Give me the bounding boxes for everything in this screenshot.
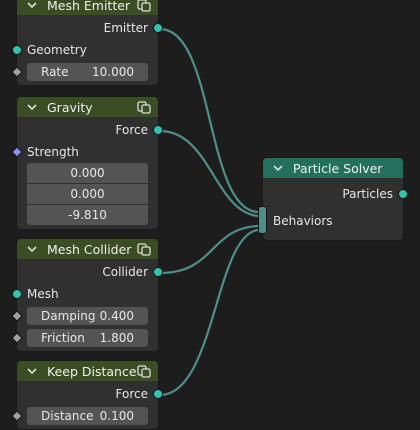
chevron-down-icon[interactable] (25, 364, 39, 378)
link-emitter-behaviors (159, 27, 259, 214)
strength-z-field[interactable]: -9.810 (27, 204, 148, 225)
force-output-socket[interactable] (153, 125, 163, 135)
input-label: Geometry (27, 43, 87, 57)
emitter-output-socket[interactable] (153, 23, 163, 33)
strength-input-socket[interactable] (11, 146, 23, 158)
strength-x-field[interactable]: 0.000 (27, 162, 148, 183)
node-title: Mesh Collider (47, 241, 132, 257)
node-group-icon[interactable] (136, 99, 152, 115)
chevron-down-icon[interactable] (25, 100, 39, 114)
node-group-icon[interactable] (136, 0, 152, 13)
strength-z-value: -9.810 (68, 207, 107, 222)
particle-solver-node[interactable]: Particle Solver Particles Behaviors (258, 157, 408, 241)
node-title: Keep Distance (47, 363, 137, 379)
node-header[interactable]: Keep Distance (17, 361, 158, 381)
rate-value: 10.000 (92, 65, 134, 79)
friction-label: Friction (41, 331, 85, 345)
geometry-input-socket[interactable] (12, 45, 22, 55)
input-label: Strength (27, 145, 79, 159)
node-header[interactable]: Mesh Collider (17, 239, 158, 259)
chevron-down-icon[interactable] (25, 0, 39, 12)
damping-field[interactable]: Damping 0.400 (27, 307, 148, 325)
distance-value: 0.100 (99, 409, 134, 423)
force-output-socket[interactable] (153, 389, 163, 399)
strength-y-value: 0.000 (70, 186, 105, 201)
node-group-icon[interactable] (136, 363, 152, 379)
strength-x-value: 0.000 (70, 165, 105, 180)
node-header[interactable]: Gravity (17, 97, 158, 117)
output-label: Force (115, 123, 148, 137)
friction-input-socket[interactable] (11, 332, 23, 344)
node-title: Mesh Emitter (47, 0, 131, 13)
node-header[interactable]: Mesh Emitter (17, 0, 158, 15)
distance-field[interactable]: Distance 0.100 (27, 407, 148, 425)
particles-output-socket[interactable] (398, 189, 408, 199)
mesh-input-socket[interactable] (12, 289, 22, 299)
chevron-down-icon[interactable] (25, 242, 39, 256)
rate-input-socket[interactable] (11, 66, 23, 78)
node-title: Particle Solver (293, 160, 383, 176)
input-label: Mesh (27, 287, 59, 301)
output-label: Particles (342, 187, 393, 201)
damping-value: 0.400 (99, 309, 134, 323)
rate-label: Rate (41, 65, 69, 79)
link-gravity-behaviors (159, 129, 259, 218)
strength-y-field[interactable]: 0.000 (27, 183, 148, 204)
damping-input-socket[interactable] (11, 310, 23, 322)
output-label: Collider (102, 265, 148, 279)
damping-label: Damping (41, 309, 96, 323)
rate-field[interactable]: Rate 10.000 (27, 63, 148, 81)
chevron-down-icon[interactable] (271, 161, 285, 175)
gravity-node[interactable]: Gravity Force Strength 0.000 0.000 -9.81… (11, 96, 163, 230)
link-collider-behaviors (159, 224, 259, 275)
behaviors-multi-input-socket[interactable] (258, 206, 267, 234)
output-label: Emitter (103, 21, 148, 35)
mesh-emitter-node[interactable]: Mesh Emitter Emitter Geometry Rate 10.00… (11, 0, 163, 86)
friction-field[interactable]: Friction 1.800 (27, 329, 148, 347)
friction-value: 1.800 (99, 331, 134, 345)
collider-output-socket[interactable] (153, 267, 163, 277)
output-label: Force (115, 387, 148, 401)
mesh-collider-node[interactable]: Mesh Collider Collider Mesh Damping 0.40… (11, 238, 163, 352)
link-keepdistance-behaviors (159, 228, 259, 397)
input-label: Behaviors (273, 214, 333, 228)
distance-label: Distance (41, 409, 94, 423)
node-group-icon[interactable] (136, 241, 152, 257)
node-header[interactable]: Particle Solver (263, 158, 403, 178)
node-title: Gravity (47, 99, 93, 115)
